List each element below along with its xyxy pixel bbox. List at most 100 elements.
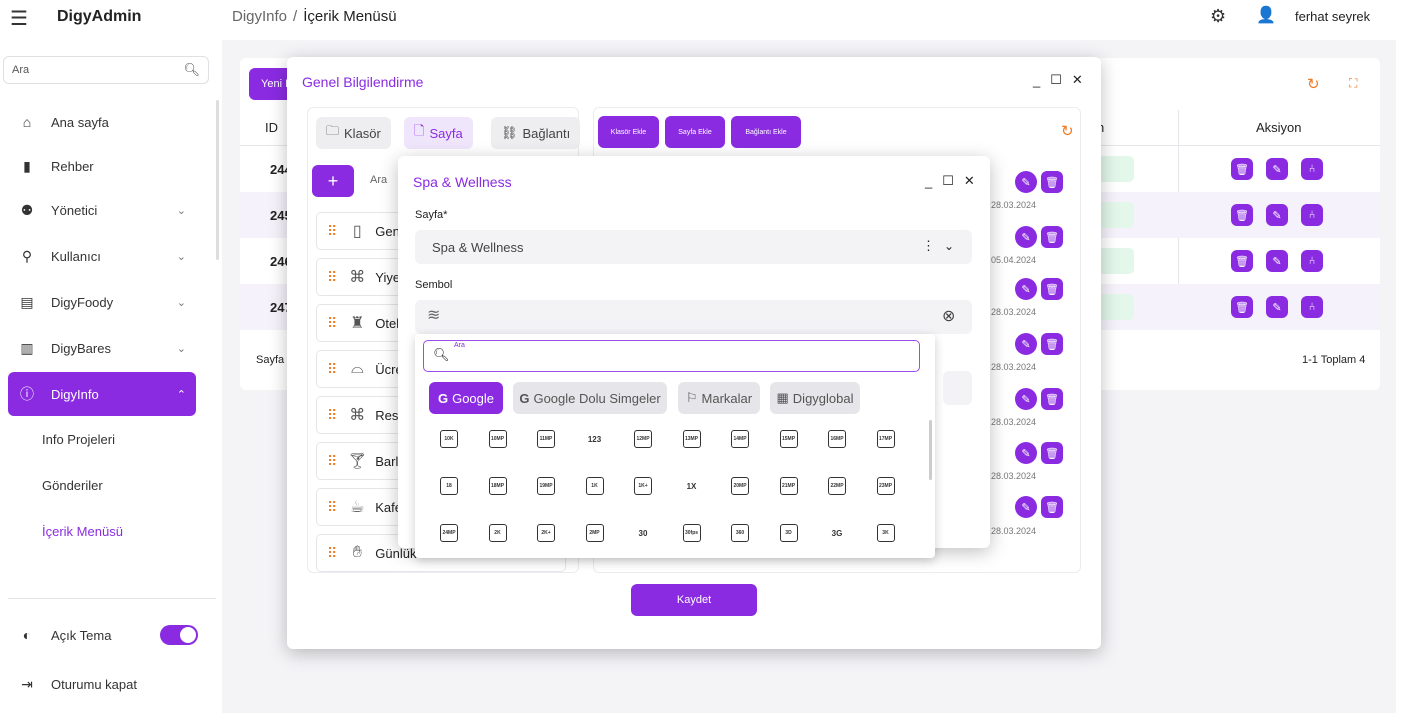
close-icon[interactable]: ✕ — [1072, 72, 1083, 88]
hamburger-menu-icon[interactable]: ☰ — [10, 6, 28, 31]
more-vert-icon[interactable]: ⋮ — [922, 238, 935, 254]
drag-handle-icon[interactable]: ⠿ — [327, 545, 337, 562]
delete-icon[interactable]: 🗑︎ — [1041, 496, 1063, 518]
picker-scrollbar[interactable] — [929, 420, 932, 480]
sidebar-item-digyinfo[interactable]: ⓘ DigyInfo ⌃ — [8, 372, 196, 416]
drag-handle-icon[interactable]: ⠿ — [327, 453, 337, 470]
sembol-field[interactable]: ≋ ⊗ — [415, 300, 972, 334]
maximize-icon[interactable]: ☐ — [1050, 72, 1062, 88]
drag-handle-icon[interactable]: ⠿ — [327, 361, 337, 378]
drag-handle-icon[interactable]: ⠿ — [327, 499, 337, 516]
refresh-icon[interactable]: ↻ — [1307, 75, 1320, 93]
icon-option-2mp-icon[interactable]: 2MP — [585, 524, 604, 542]
icon-option-10mp-icon[interactable]: 10MP — [488, 430, 507, 448]
sidebar-search-input[interactable]: Ara — [12, 64, 29, 76]
icon-option-3d-icon[interactable]: 3D — [779, 524, 798, 542]
icon-option-10k-icon[interactable]: 10K — [440, 430, 458, 448]
sidebar-scrollbar[interactable] — [216, 100, 219, 260]
add-page-button[interactable]: Sayfa Ekle — [665, 116, 725, 148]
tree-icon[interactable]: ⑃ — [1301, 158, 1323, 180]
edit-icon[interactable]: ✎ — [1266, 296, 1288, 318]
logout-button[interactable]: ⇥ Oturumu kapat — [8, 662, 196, 706]
delete-icon[interactable]: 🗑︎ — [1041, 388, 1063, 410]
edit-icon[interactable]: ✎ — [1015, 333, 1037, 355]
sidebar-item-yonetici[interactable]: ⚉ Yönetici ⌄ — [8, 188, 196, 232]
edit-icon[interactable]: ✎ — [1015, 171, 1037, 193]
icon-option-23mp-icon[interactable]: 23MP — [876, 477, 895, 495]
sidebar-item-kullanici[interactable]: ⚲ Kullanıcı ⌄ — [8, 234, 196, 278]
filter-digyglobal[interactable]: ▦ Digyglobal — [770, 382, 860, 414]
add-folder-button[interactable]: Klasör Ekle — [598, 116, 659, 148]
add-button[interactable]: + — [312, 165, 354, 197]
delete-icon[interactable]: 🗑︎ — [1041, 442, 1063, 464]
sidebar-item-digyfoody[interactable]: ▤ DigyFoody ⌄ — [8, 280, 196, 324]
icon-option-360-icon[interactable]: 360 — [731, 524, 749, 542]
tree-icon[interactable]: ⑃ — [1301, 204, 1323, 226]
sayfa-select[interactable]: Spa & Wellness ⋮ ⌄ — [415, 230, 972, 264]
sidebar-item-rehber[interactable]: ▮ Rehber — [8, 144, 196, 188]
icon-option-19mp-icon[interactable]: 19MP — [537, 477, 555, 495]
tree-icon[interactable]: ⑃ — [1301, 296, 1323, 318]
sidebar-item-digybares[interactable]: ▥ DigyBares ⌄ — [8, 326, 196, 370]
icon-option-2k-icon[interactable]: 2K+ — [537, 524, 555, 542]
save-button[interactable]: Kaydet — [631, 584, 757, 616]
icon-option-17mp-icon[interactable]: 17MP — [876, 430, 895, 448]
icon-option-11mp-icon[interactable]: 11MP — [537, 430, 555, 448]
edit-icon[interactable]: ✎ — [1015, 278, 1037, 300]
delete-icon[interactable]: 🗑︎ — [1231, 158, 1253, 180]
icon-option-12mp-icon[interactable]: 12MP — [634, 430, 652, 448]
delete-icon[interactable]: 🗑︎ — [1231, 250, 1253, 272]
hidden-field[interactable] — [943, 371, 972, 405]
edit-icon[interactable]: ✎ — [1266, 250, 1288, 272]
drag-handle-icon[interactable]: ⠿ — [327, 407, 337, 424]
icon-option-20mp-icon[interactable]: 20MP — [731, 477, 749, 495]
icon-option-18-icon[interactable]: 18 — [440, 477, 458, 495]
icon-option-18mp-icon[interactable]: 18MP — [488, 477, 507, 495]
edit-icon[interactable]: ✎ — [1015, 496, 1037, 518]
icon-search-input[interactable]: 🔍︎ Ara — [423, 340, 920, 372]
icon-option-1x-icon[interactable]: 1X — [683, 477, 701, 495]
clear-icon[interactable]: ⊗ — [942, 306, 955, 326]
icon-option-13mp-icon[interactable]: 13MP — [682, 430, 701, 448]
delete-icon[interactable]: 🗑︎ — [1041, 171, 1063, 193]
theme-toggle[interactable] — [160, 625, 198, 645]
icon-option-16mp-icon[interactable]: 16MP — [828, 430, 846, 448]
icon-option-24mp-icon[interactable]: 24MP — [440, 524, 458, 542]
sidebar-subitem-icerik-menusu[interactable]: İçerik Menüsü — [42, 524, 123, 539]
drag-handle-icon[interactable]: ⠿ — [327, 269, 337, 286]
drag-handle-icon[interactable]: ⠿ — [327, 223, 337, 240]
minimize-icon[interactable]: _ — [925, 174, 932, 189]
delete-icon[interactable]: 🗑︎ — [1041, 278, 1063, 300]
filter-markalar[interactable]: ⚐ Markalar — [678, 382, 760, 414]
minimize-icon[interactable]: _ — [1033, 73, 1040, 88]
fullscreen-icon[interactable]: ⛶ — [1349, 76, 1357, 91]
tab-sayfa[interactable]: 🗋 Sayfa — [404, 117, 473, 149]
sidebar-search[interactable]: Ara 🔍︎ — [3, 56, 209, 84]
tab-baglanti[interactable]: ⛓ Bağlantı — [491, 117, 581, 149]
user-icon[interactable]: 👤 — [1256, 5, 1276, 25]
delete-icon[interactable]: 🗑︎ — [1231, 296, 1253, 318]
edit-icon[interactable]: ✎ — [1266, 158, 1288, 180]
tab-klasor[interactable]: 🗀 Klasör — [316, 117, 391, 149]
filter-google[interactable]: G Google — [429, 382, 503, 414]
sidebar-subitem-gonderiler[interactable]: Gönderiler — [42, 478, 103, 493]
chevron-down-icon[interactable]: ⌄ — [944, 239, 954, 253]
edit-icon[interactable]: ✎ — [1015, 388, 1037, 410]
icon-option-3g-icon[interactable]: 3G — [828, 524, 846, 542]
user-name[interactable]: ferhat seyrek — [1295, 9, 1370, 24]
edit-icon[interactable]: ✎ — [1266, 204, 1288, 226]
sidebar-item-ana-sayfa[interactable]: ⌂ Ana sayfa — [8, 100, 196, 144]
tree-icon[interactable]: ⑃ — [1301, 250, 1323, 272]
col-id-header[interactable]: ID — [265, 120, 278, 135]
filter-google-dolu[interactable]: G Google Dolu Simgeler — [513, 382, 667, 414]
icon-option-1k-icon[interactable]: 1K+ — [634, 477, 652, 495]
add-link-button[interactable]: Bağlantı Ekle — [731, 116, 801, 148]
drag-handle-icon[interactable]: ⠿ — [327, 315, 337, 332]
delete-icon[interactable]: 🗑︎ — [1041, 333, 1063, 355]
delete-icon[interactable]: 🗑︎ — [1231, 204, 1253, 226]
gear-icon[interactable]: ⚙ — [1210, 6, 1226, 27]
refresh-icon[interactable]: ↻ — [1061, 122, 1074, 140]
icon-option-14mp-icon[interactable]: 14MP — [731, 430, 749, 448]
icon-option-3k-icon[interactable]: 3K — [876, 524, 895, 542]
icon-option-21mp-icon[interactable]: 21MP — [779, 477, 798, 495]
